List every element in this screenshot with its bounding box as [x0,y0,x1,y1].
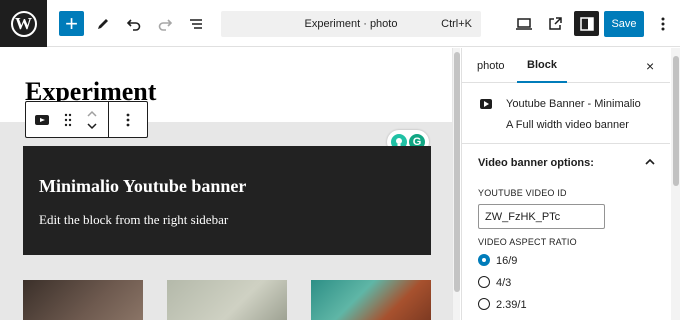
panel-title: Video banner options: [478,157,594,169]
youtube-icon [480,99,492,109]
scrollbar-thumb[interactable] [454,52,460,292]
video-id-label: YOUTUBE VIDEO ID [478,188,567,198]
plus-icon: + [65,10,78,36]
sidebar-tabs: photo Block × [462,48,670,83]
scrollbar-thumb[interactable] [673,56,679,186]
sidebar-icon [579,16,594,31]
redo-button[interactable] [152,11,177,36]
save-button[interactable]: Save [604,11,644,37]
aspect-radio-4-3[interactable] [478,276,490,288]
pencil-icon [97,18,108,29]
document-overview-button[interactable] [183,11,208,36]
wordpress-logo[interactable]: W [0,0,47,47]
banner-title: Minimalio Youtube banner [39,176,247,196]
gallery-image[interactable] [311,280,431,320]
settings-sidebar: photo Block × Youtube Banner - Minimalio… [461,48,680,320]
aspect-option-label: 4/3 [496,277,512,289]
keyboard-shortcut: Ctrl+K [441,18,472,30]
undo-icon [126,18,140,31]
add-block-button[interactable]: + [59,11,84,36]
undo-button[interactable] [121,11,146,36]
video-id-input[interactable]: ZW_FzHK_PTc [478,204,605,229]
drag-handle[interactable] [58,102,78,137]
sidebar-scrollbar[interactable] [671,48,680,320]
move-block-buttons[interactable] [78,102,106,137]
editor-canvas[interactable]: Experiment G Minimalio Youtube banner Ed… [0,48,452,320]
aspect-radio-2-39-1[interactable] [478,298,490,310]
settings-sidebar-toggle[interactable] [574,11,599,36]
redo-icon [158,18,172,31]
block-description: A Full width video banner [506,119,629,131]
editor-app: W + Experiment · photo Ctrl+K Save Exper… [0,0,680,320]
tab-block[interactable]: Block [517,48,567,83]
block-toolbar [25,101,148,138]
chevron-up-down-icon [87,110,97,129]
command-palette-bar[interactable]: Experiment · photo Ctrl+K [221,11,481,37]
aspect-option-label: 2.39/1 [496,299,527,311]
aspect-ratio-label: VIDEO ASPECT RATIO [478,237,577,247]
aspect-radio-16-9[interactable] [478,254,490,266]
chevron-up-icon [645,158,655,165]
youtube-banner-block[interactable]: Minimalio Youtube banner Edit the block … [23,146,431,255]
tools-button[interactable] [90,11,115,36]
wordpress-icon: W [10,10,37,37]
block-options-button[interactable] [109,102,147,137]
external-link-icon [548,16,562,30]
canvas-scrollbar[interactable] [452,48,460,320]
options-menu-button[interactable] [650,11,675,36]
gallery-image[interactable] [23,280,143,320]
list-view-icon [189,18,202,29]
view-post-button[interactable] [542,11,567,36]
top-toolbar: W + Experiment · photo Ctrl+K Save [0,0,680,47]
block-type-button[interactable] [26,102,58,137]
preview-button[interactable] [511,11,536,36]
more-vertical-icon [126,113,130,126]
gallery-image[interactable] [167,280,287,320]
banner-text: Edit the block from the right sidebar [39,212,229,227]
close-icon[interactable]: × [646,58,654,74]
tab-photo[interactable]: photo [477,48,505,83]
aspect-option-label: 16/9 [496,255,518,267]
desktop-icon [515,17,532,30]
more-vertical-icon [661,17,664,30]
block-name: Youtube Banner - Minimalio [506,98,641,110]
video-banner-options-toggle[interactable]: Video banner options: [462,145,670,179]
youtube-icon [35,114,49,125]
block-card: Youtube Banner - Minimalio A Full width … [462,84,670,144]
drag-dots-icon [64,113,72,126]
